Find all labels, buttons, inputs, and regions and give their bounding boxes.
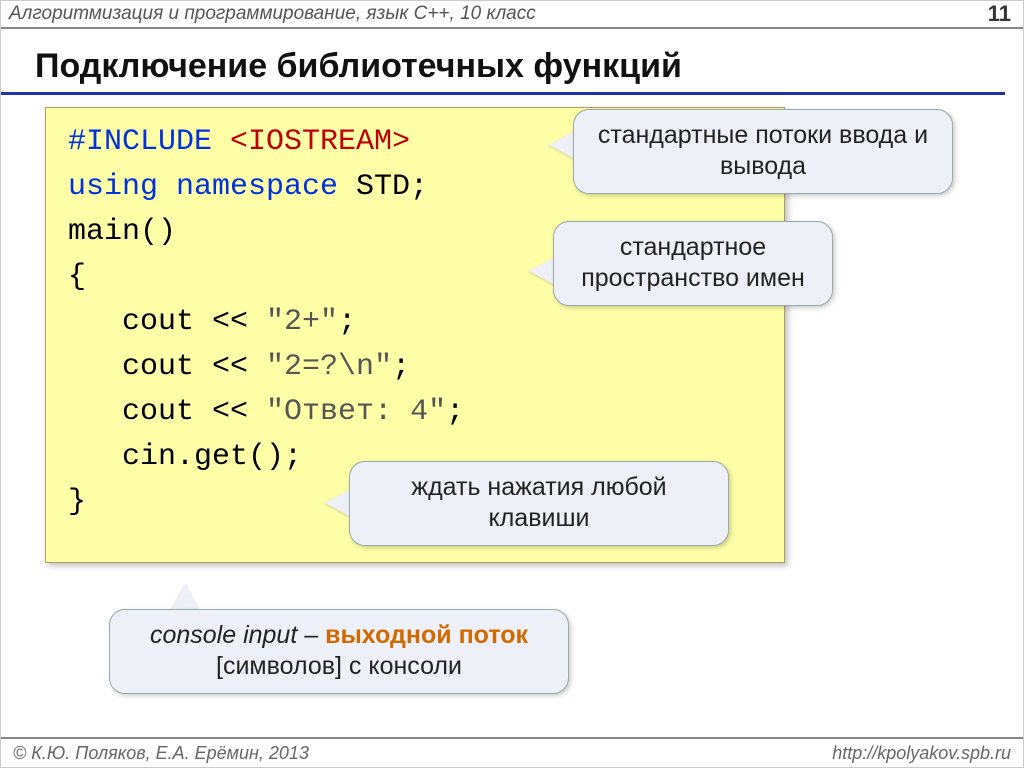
- callout-c4-dash: –: [297, 621, 325, 649]
- callout-c4-bold: выходной поток: [325, 621, 528, 649]
- code-l6b: "2=?\n": [266, 350, 392, 384]
- callout-tail-1: [549, 131, 575, 159]
- callout-wait-key: ждать нажатия любой клавиши: [349, 461, 729, 546]
- code-l7a: cout <<: [68, 395, 266, 429]
- code-l5c: ;: [338, 305, 356, 339]
- callout-namespace: стандартное пространство имен: [553, 221, 833, 306]
- footer-url: http://kpolyakov.spb.ru: [832, 743, 1011, 764]
- code-l5a: cout <<: [68, 305, 266, 339]
- code-include: #INCLUDE: [68, 125, 230, 159]
- callout-tail-3: [325, 489, 351, 517]
- callout-console-input: console input – выходной поток [символов…: [109, 609, 569, 694]
- callout-streams: стандартные потоки ввода и вывода: [573, 109, 953, 194]
- course-label: Алгоритмизация и программирование, язык …: [9, 3, 536, 25]
- code-l5b: "2+": [266, 305, 338, 339]
- code-line-6: cout << "2=?\n";: [68, 345, 762, 390]
- callout-tail-2: [529, 257, 555, 285]
- page-number: 11: [988, 1, 1011, 27]
- code-line-7: cout << "Ответ: 4";: [68, 390, 762, 435]
- code-l7c: ;: [446, 395, 464, 429]
- code-l7b: "Ответ: 4": [266, 395, 446, 429]
- callout-c4-rest: [символов] с консоли: [216, 652, 462, 680]
- slide-footer: © К.Ю. Поляков, Е.А. Ерёмин, 2013 http:/…: [1, 737, 1023, 767]
- code-l6c: ;: [392, 350, 410, 384]
- code-line-5: cout << "2+";: [68, 300, 762, 345]
- code-std: STD;: [338, 170, 428, 204]
- footer-copyright: © К.Ю. Поляков, Е.А. Ерёмин, 2013: [13, 743, 309, 764]
- code-include-header: <IOSTREAM>: [230, 125, 410, 159]
- callout-c4-italic: console input: [150, 621, 297, 649]
- slide: Алгоритмизация и программирование, язык …: [0, 0, 1024, 768]
- code-l6a: cout <<: [68, 350, 266, 384]
- code-using: using namespace: [68, 170, 338, 204]
- callout-tail-4: [171, 585, 199, 611]
- slide-header: Алгоритмизация и программирование, язык …: [1, 1, 1023, 29]
- slide-title: Подключение библиотечных функций: [1, 29, 1005, 95]
